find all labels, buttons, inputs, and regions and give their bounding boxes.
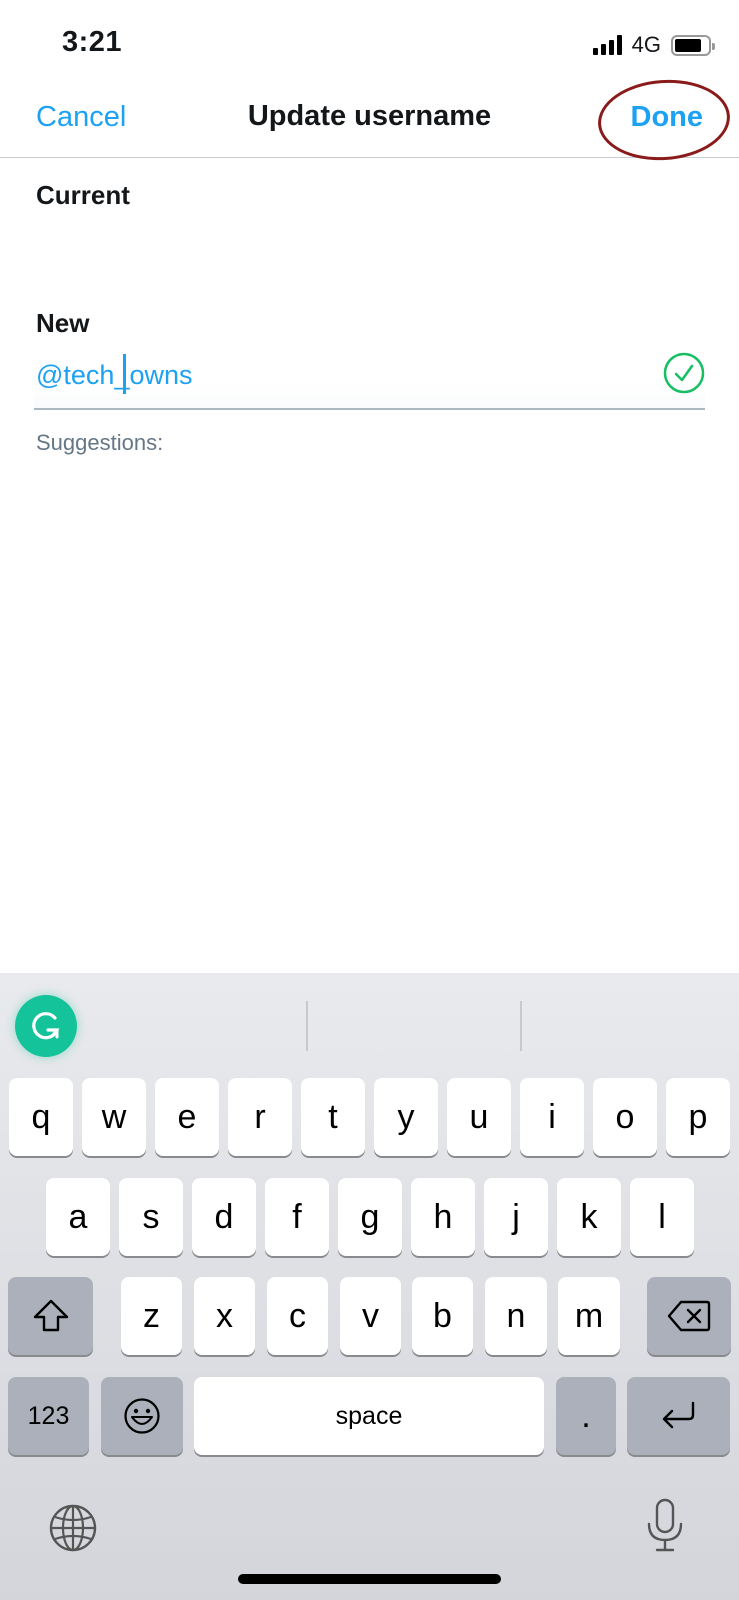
new-username-value: @tech_owns xyxy=(36,360,193,390)
numbers-key[interactable]: 123 xyxy=(8,1377,89,1455)
shift-key[interactable] xyxy=(8,1277,93,1355)
new-username-input[interactable]: @tech_owns xyxy=(34,348,705,410)
key-m[interactable]: m xyxy=(558,1277,620,1355)
globe-icon xyxy=(49,1504,97,1552)
text-cursor xyxy=(123,354,126,394)
check-circle-icon xyxy=(663,352,705,394)
emoji-icon xyxy=(124,1398,160,1434)
key-l[interactable]: l xyxy=(630,1178,694,1256)
key-p[interactable]: p xyxy=(666,1078,730,1156)
delete-key[interactable] xyxy=(647,1277,731,1355)
key-d[interactable]: d xyxy=(192,1178,256,1256)
key-n[interactable]: n xyxy=(485,1277,547,1355)
key-i[interactable]: i xyxy=(520,1078,584,1156)
nav-bar: Cancel Update username Done xyxy=(0,75,739,165)
key-b[interactable]: b xyxy=(412,1277,473,1355)
microphone-icon xyxy=(647,1498,683,1552)
done-button[interactable]: Done xyxy=(631,101,704,134)
suggestions-label: Suggestions: xyxy=(36,430,164,455)
network-type: 4G xyxy=(631,32,661,57)
battery-icon xyxy=(671,34,715,56)
return-key[interactable] xyxy=(627,1377,730,1455)
status-time: 3:21 xyxy=(62,26,123,58)
key-v[interactable]: v xyxy=(340,1277,401,1355)
key-c[interactable]: c xyxy=(267,1277,328,1355)
key-t[interactable]: t xyxy=(301,1078,365,1156)
space-key[interactable]: space xyxy=(194,1377,544,1455)
period-key[interactable]: . xyxy=(556,1377,616,1455)
status-bar: 3:21 4G xyxy=(0,0,739,88)
key-r[interactable]: r xyxy=(228,1078,292,1156)
key-s[interactable]: s xyxy=(119,1178,183,1256)
key-k[interactable]: k xyxy=(557,1178,621,1256)
microphone-button[interactable] xyxy=(643,1498,687,1559)
keyboard-toolbar xyxy=(0,973,739,1073)
return-icon xyxy=(662,1401,694,1429)
backspace-icon xyxy=(667,1300,711,1332)
key-e[interactable]: e xyxy=(155,1078,219,1156)
new-label: New xyxy=(36,308,90,338)
status-indicators: 4G xyxy=(592,32,715,58)
cancel-button[interactable]: Cancel xyxy=(36,101,126,134)
current-label: Current xyxy=(36,180,130,210)
key-a[interactable]: a xyxy=(46,1178,110,1256)
grammarly-icon[interactable] xyxy=(15,995,77,1057)
key-o[interactable]: o xyxy=(593,1078,657,1156)
key-h[interactable]: h xyxy=(411,1178,475,1256)
key-g[interactable]: g xyxy=(338,1178,402,1256)
shift-icon xyxy=(33,1299,68,1332)
signal-icon xyxy=(592,35,622,55)
toolbar-divider xyxy=(520,1001,522,1051)
globe-button[interactable] xyxy=(48,1503,98,1558)
home-indicator[interactable] xyxy=(238,1574,501,1584)
key-w[interactable]: w xyxy=(82,1078,146,1156)
key-z[interactable]: z xyxy=(121,1277,182,1355)
toolbar-divider xyxy=(306,1001,308,1051)
key-f[interactable]: f xyxy=(265,1178,329,1256)
key-u[interactable]: u xyxy=(447,1078,511,1156)
key-x[interactable]: x xyxy=(194,1277,255,1355)
key-j[interactable]: j xyxy=(484,1178,548,1256)
emoji-key[interactable] xyxy=(101,1377,183,1455)
key-y[interactable]: y xyxy=(374,1078,438,1156)
key-q[interactable]: q xyxy=(9,1078,73,1156)
